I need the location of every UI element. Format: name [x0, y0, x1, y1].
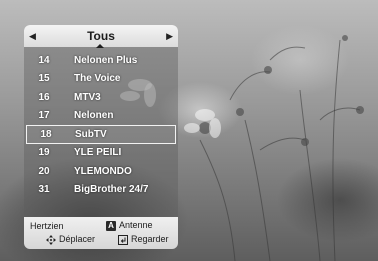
channel-number: 17 [38, 110, 50, 122]
channel-list: 14 Nelonen Plus 15 The Voice 16 MTV3 17 … [24, 51, 178, 199]
channel-row[interactable]: 31 BigBrother 24/7 [24, 181, 178, 200]
channel-row[interactable]: 17 Nelonen [24, 107, 178, 126]
channel-number: 16 [38, 91, 50, 103]
channel-number: 31 [38, 184, 50, 196]
channel-name: SubTV [75, 128, 107, 140]
channel-name: Nelonen Plus [74, 54, 138, 66]
help-bar: Hertzien A Antenne Déplacer Regarder [24, 217, 178, 249]
channel-row[interactable]: 20 YLEMONDO [24, 162, 178, 181]
channel-name: Nelonen [74, 110, 114, 122]
watch-label: Regarder [131, 234, 169, 244]
channel-number: 18 [40, 128, 52, 140]
channel-row[interactable]: 19 YLE PEILI [24, 144, 178, 163]
channel-name: YLEMONDO [74, 165, 132, 177]
channel-name: MTV3 [74, 91, 101, 103]
channel-name: The Voice [74, 73, 121, 85]
antenna-hint[interactable]: A Antenne [106, 220, 153, 231]
caret-up-icon [96, 44, 104, 48]
antenna-label: Antenne [119, 220, 153, 230]
move-label: Déplacer [59, 234, 96, 244]
channel-list-panel: ◀ Tous ▶ 14 Nelonen Plus 15 The Voice 16… [24, 25, 178, 249]
channel-row[interactable]: 15 The Voice [24, 70, 178, 89]
channel-number: 15 [38, 73, 50, 85]
channel-row[interactable]: 14 Nelonen Plus [24, 51, 178, 70]
tv-screen: ◀ Tous ▶ 14 Nelonen Plus 15 The Voice 16… [0, 0, 378, 261]
triangle-right-icon[interactable]: ▶ [161, 31, 178, 41]
channel-number: 19 [38, 147, 50, 159]
source-label: Hertzien [30, 221, 64, 231]
channel-name: YLE PEILI [74, 147, 122, 159]
category-title: Tous [87, 29, 115, 43]
watch-hint[interactable]: Regarder [118, 234, 169, 245]
a-button-icon: A [106, 220, 116, 231]
channel-name: BigBrother 24/7 [74, 184, 149, 196]
move-hint: Déplacer [46, 234, 95, 245]
four-way-arrows-icon [46, 234, 56, 245]
triangle-left-icon[interactable]: ◀ [24, 31, 41, 41]
channel-number: 20 [38, 165, 50, 177]
channel-row[interactable]: 16 MTV3 [24, 88, 178, 107]
enter-return-icon [118, 234, 128, 245]
channel-row-selected[interactable]: 18 SubTV [26, 125, 176, 144]
channel-number: 14 [38, 54, 50, 66]
